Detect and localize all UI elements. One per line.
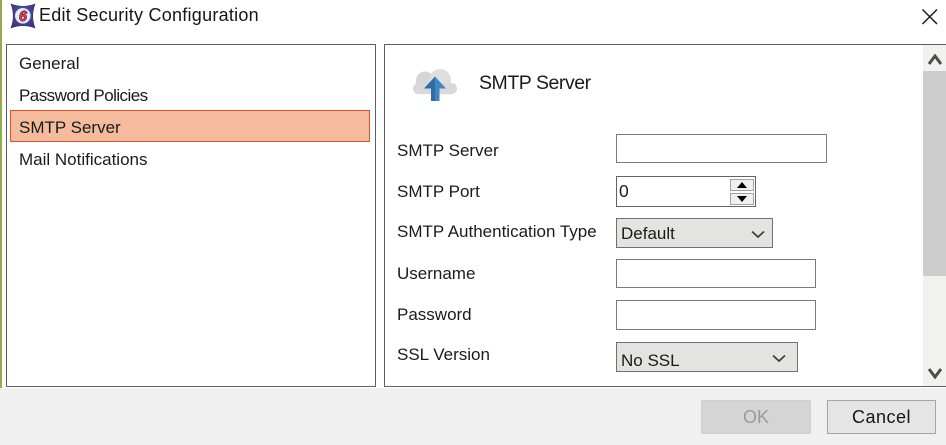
svg-text:6: 6 (19, 9, 28, 25)
